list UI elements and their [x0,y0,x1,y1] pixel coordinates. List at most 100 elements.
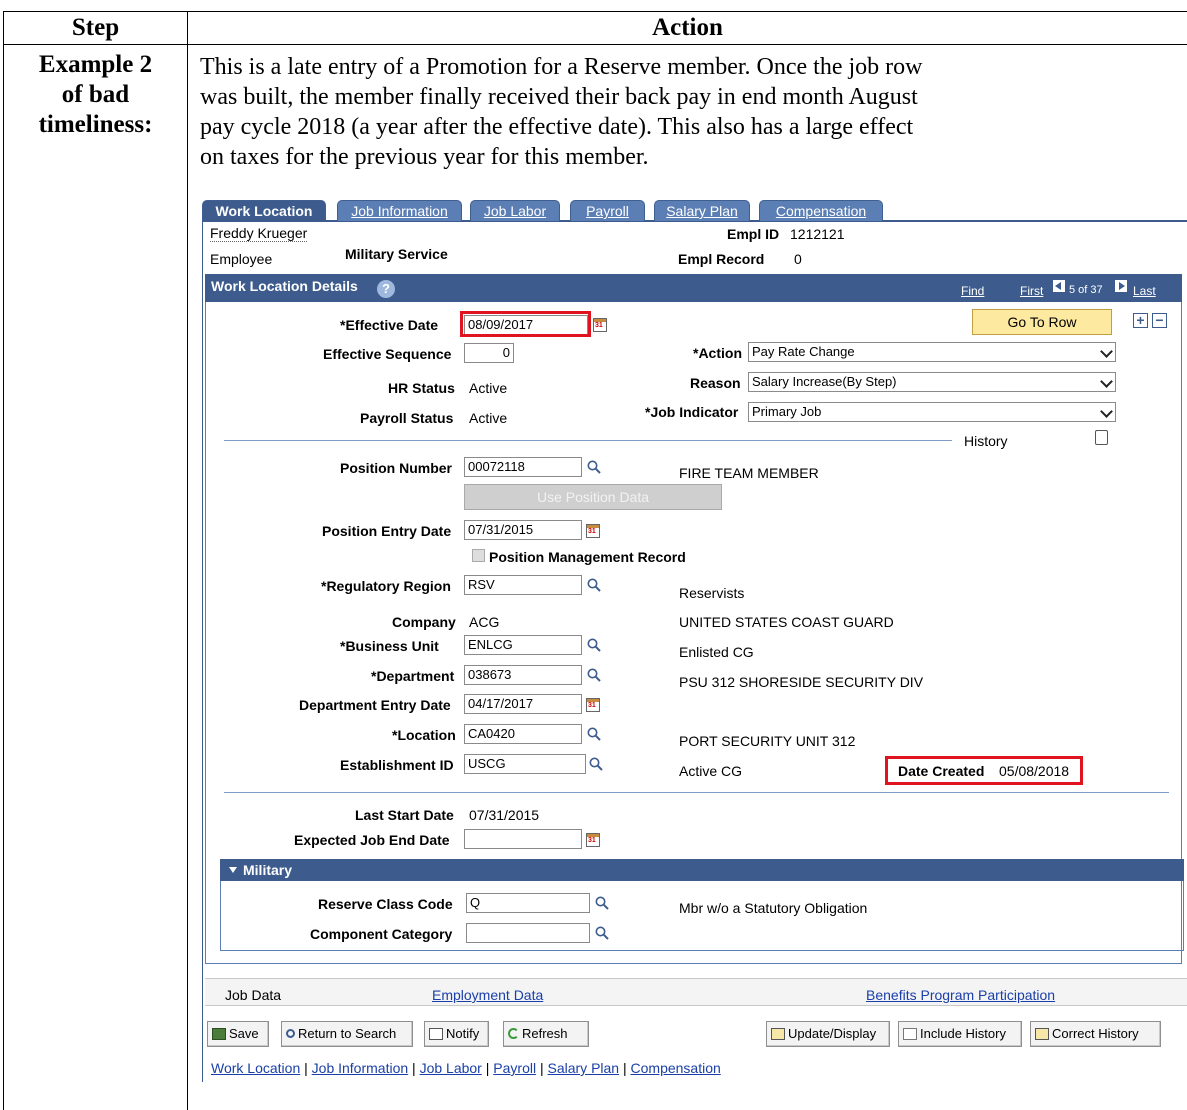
include-history-button[interactable]: Include History [898,1021,1022,1047]
regulatory-region-input[interactable]: RSV [464,575,582,595]
refresh-icon [508,1028,519,1040]
bottom-link-job-labor[interactable]: Job Labor [420,1060,482,1076]
bottom-link-compensation[interactable]: Compensation [631,1060,721,1076]
search-icon[interactable] [586,637,602,653]
establishment-description: Active CG [679,763,743,779]
calendar-icon[interactable]: 31 [593,318,607,332]
bottom-link-payroll[interactable]: Payroll [493,1060,536,1076]
business-unit-description: Enlisted CG [679,644,754,660]
reason-select[interactable]: Salary Increase(By Step) [748,372,1116,392]
next-arrow-icon[interactable] [1115,280,1127,292]
collapse-arrow-icon[interactable] [229,867,237,873]
benefits-program-link[interactable]: Benefits Program Participation [866,987,1055,1003]
effective-sequence-input[interactable]: 0 [464,343,514,363]
department-description: PSU 312 SHORESIDE SECURITY DIV [679,674,924,690]
find-link[interactable]: Find [961,284,984,298]
return-to-search-button[interactable]: Return to Search [281,1021,413,1047]
correct-history-icon [1035,1027,1049,1040]
tab-compensation[interactable]: Compensation [759,200,883,221]
help-icon[interactable]: ? [377,280,395,298]
job-indicator-label: *Job Indicator [645,404,739,420]
department-input[interactable]: 038673 [464,665,582,685]
location-label: *Location [392,727,456,743]
last-start-date-value: 07/31/2015 [469,807,540,823]
refresh-button[interactable]: Refresh [503,1021,589,1047]
correct-history-button[interactable]: Correct History [1030,1021,1161,1047]
company-value: ACG [469,614,500,630]
date-created-label: Date Created [898,763,985,779]
effective-date-highlight [460,311,591,337]
tab-payroll[interactable]: Payroll [570,200,645,221]
reserve-class-code-label: Reserve Class Code [318,896,453,912]
search-icon[interactable] [594,925,610,941]
job-data-label: Job Data [225,987,282,1003]
employee-name: Freddy Krueger [210,225,308,242]
empl-id-label: Empl ID [727,226,780,242]
bottom-link-work-location[interactable]: Work Location [211,1060,300,1076]
location-description: PORT SECURITY UNIT 312 [679,733,856,749]
component-category-input[interactable] [466,923,590,943]
notify-icon [429,1027,443,1040]
save-button[interactable]: Save [207,1021,269,1047]
history-notepad-icon[interactable] [1095,430,1108,445]
expected-job-end-date-input[interactable] [464,829,582,849]
action-select[interactable]: Pay Rate Change [748,342,1116,362]
step-label: Example 2 of bad timeliness: [38,51,153,138]
search-icon[interactable] [586,667,602,683]
save-icon [212,1027,226,1040]
position-entry-date-label: Position Entry Date [322,523,452,539]
establishment-id-input[interactable]: USCG [464,754,586,774]
delete-row-icon[interactable]: − [1152,313,1167,328]
divider [224,792,1169,793]
go-to-row-button[interactable]: Go To Row [972,309,1112,335]
search-icon[interactable] [594,895,610,911]
divider [224,440,952,441]
tab-salary-plan[interactable]: Salary Plan [654,200,750,221]
hr-status-label: HR Status [388,380,455,396]
position-entry-date-input[interactable]: 07/31/2015 [464,520,582,540]
position-number-input[interactable]: 00072118 [464,457,582,477]
first-link[interactable]: First [1020,284,1043,298]
military-service: Military Service [345,246,448,262]
search-icon[interactable] [586,577,602,593]
job-indicator-select[interactable]: Primary Job [748,402,1116,422]
search-icon[interactable] [586,726,602,742]
business-unit-label: *Business Unit [340,638,439,654]
calendar-icon[interactable]: 31 [586,698,600,712]
reserve-class-code-input[interactable]: Q [466,893,590,913]
calendar-icon[interactable]: 31 [586,833,600,847]
notify-button[interactable]: Notify [424,1021,489,1047]
tab-job-information[interactable]: Job Information [337,200,462,221]
position-description: FIRE TEAM MEMBER [679,465,819,481]
department-entry-date-input[interactable]: 04/17/2017 [464,694,582,714]
calendar-icon[interactable]: 31 [586,524,600,538]
include-history-icon [903,1027,917,1040]
empl-record: 0 [794,251,802,267]
empl-record-label: Empl Record [678,251,765,267]
work-location-details-header: Work Location Details ? Find First 5 of … [205,274,1182,302]
prev-arrow-icon[interactable] [1053,280,1065,292]
use-position-data-button[interactable]: Use Position Data [464,484,722,510]
payroll-status-value: Active [469,410,508,426]
regulatory-region-label: *Regulatory Region [321,578,451,594]
update-display-icon [771,1027,785,1040]
tab-work-location[interactable]: Work Location [202,200,326,221]
position-management-checkbox[interactable] [472,549,485,562]
tab-job-labor[interactable]: Job Labor [470,200,560,221]
component-category-label: Component Category [310,926,453,942]
position-management-label: Position Management Record [489,549,686,565]
bottom-nav-links: Work Location | Job Information | Job La… [211,1060,721,1076]
add-row-icon[interactable]: + [1133,313,1148,328]
last-link[interactable]: Last [1133,284,1156,298]
department-label: *Department [371,668,455,684]
military-header[interactable]: Military [220,859,1184,881]
business-unit-input[interactable]: ENLCG [464,635,582,655]
employment-data-link[interactable]: Employment Data [432,987,543,1003]
reserve-class-description: Mbr w/o a Statutory Obligation [679,900,868,916]
update-display-button[interactable]: Update/Display [766,1021,890,1047]
bottom-link-job-information[interactable]: Job Information [312,1060,409,1076]
location-input[interactable]: CA0420 [464,724,582,744]
search-icon[interactable] [586,459,602,475]
search-icon[interactable] [588,756,604,772]
bottom-link-salary-plan[interactable]: Salary Plan [548,1060,620,1076]
